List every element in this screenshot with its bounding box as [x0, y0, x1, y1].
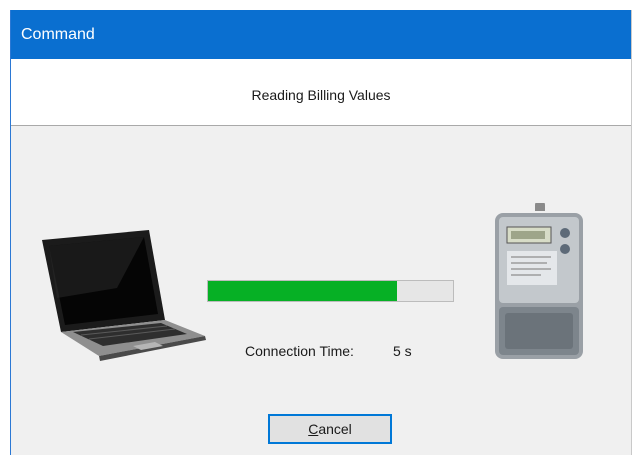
progress-fill [208, 281, 397, 301]
cancel-label: ancel [318, 421, 352, 437]
dialog-title[interactable]: Command [11, 10, 631, 59]
connection-time-label: Connection Time: [245, 343, 354, 359]
laptop-icon [37, 228, 207, 363]
cancel-button[interactable]: Cancel [268, 414, 392, 444]
electricity-meter-icon [491, 200, 587, 361]
connection-time-value: 5 s [393, 343, 412, 359]
command-dialog: Command Reading Billing Values Connectio… [10, 10, 632, 455]
progress-bar [207, 280, 454, 302]
cancel-accelerator: C [308, 421, 319, 437]
status-header: Reading Billing Values [11, 59, 631, 126]
